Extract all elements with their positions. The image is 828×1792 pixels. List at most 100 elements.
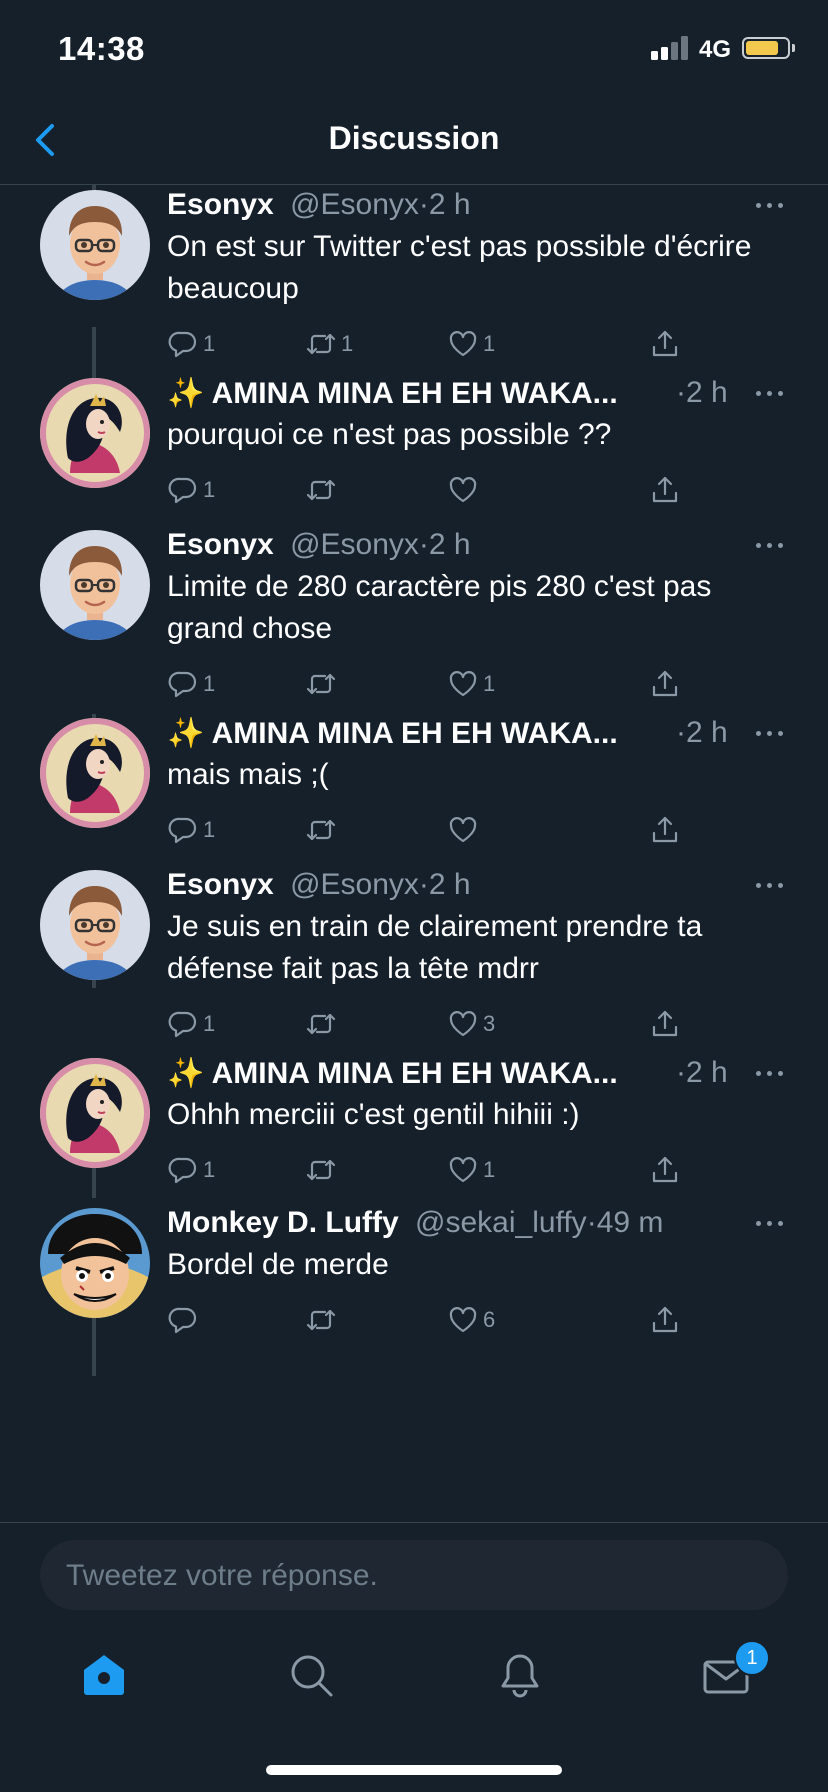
retweet-button[interactable] [305,812,341,848]
search-icon[interactable] [286,1650,338,1702]
share-icon [652,1010,678,1037]
reply-button[interactable]: 1 [167,1006,215,1042]
more-options-icon[interactable] [756,1218,786,1228]
like-button[interactable]: 1 [447,326,495,362]
like-count: 1 [483,331,496,356]
like-count: 3 [483,1011,496,1036]
time-separator: · [418,188,429,221]
share-icon [652,330,678,357]
retweet-button[interactable] [305,472,341,508]
reply-button[interactable]: 1 [167,1152,215,1188]
more-options-icon[interactable] [756,388,786,398]
reply-button[interactable]: 1 [167,666,215,702]
share-button[interactable] [649,812,681,848]
more-options-icon[interactable] [756,728,786,738]
retweet-button[interactable] [305,1152,341,1188]
share-icon [652,1156,678,1183]
retweet-button[interactable] [305,1302,341,1338]
more-options-icon[interactable] [756,540,786,550]
share-icon [652,1306,678,1333]
avatar-memoji-boy[interactable] [40,530,150,640]
like-button[interactable]: 1 [447,1152,495,1188]
tweet-header: Esonyx @Esonyx·2 h [167,868,471,902]
reply-count: 1 [203,477,216,502]
share-button[interactable] [649,1302,681,1338]
reply-button[interactable] [167,1302,203,1338]
share-button[interactable] [649,472,681,508]
like-button[interactable]: 1 [447,666,495,702]
more-options-icon[interactable] [756,1068,786,1078]
tweet-time: 2 h [428,868,471,901]
reply-icon [168,1011,197,1038]
status-bar: 14:38 4G [0,0,828,96]
tweet-time: 2 h [428,528,471,561]
heart-icon [449,1157,477,1183]
avatar-memoji-boy[interactable] [40,190,150,300]
heart-icon [449,817,477,843]
share-button[interactable] [649,1152,681,1188]
avatar-anime-pirate[interactable] [40,1208,150,1318]
tweet-actions: 1 1 [167,1152,787,1188]
like-button[interactable]: 6 [447,1302,495,1338]
display-name[interactable]: ✨ AMINA MINA EH EH WAKA... [167,377,618,410]
reply-count: 1 [203,1011,216,1036]
reply-icon [168,1307,197,1334]
reply-button[interactable]: 1 [167,812,215,848]
compose-divider [0,1522,828,1523]
retweet-button[interactable]: 1 [305,326,353,362]
like-count: 1 [483,671,496,696]
status-time: 14:38 [58,30,145,67]
retweet-button[interactable] [305,1006,341,1042]
tweet-actions: 6 [167,1302,787,1338]
reply-count: 1 [203,1157,216,1182]
nav-header: Discussion [0,96,828,185]
messages-badge: 1 [734,1640,770,1676]
like-button[interactable] [447,472,483,508]
display-name[interactable]: Esonyx [167,528,274,561]
share-button[interactable] [649,326,681,362]
user-handle: @Esonyx [290,188,419,221]
bell-icon[interactable] [494,1650,546,1702]
tweet-header: ✨ AMINA MINA EH EH WAKA... [167,1056,618,1091]
display-name[interactable]: Esonyx [167,188,274,221]
reply-icon [168,477,197,504]
tweet-time: 49 m [596,1206,664,1239]
home-icon[interactable] [78,1650,130,1702]
retweet-button[interactable] [305,666,341,702]
like-button[interactable] [447,812,483,848]
reply-input[interactable] [64,1540,768,1612]
reply-icon [168,1157,197,1184]
reply-button[interactable]: 1 [167,326,215,362]
display-name[interactable]: Monkey D. Luffy [167,1206,399,1239]
display-name[interactable]: ✨ AMINA MINA EH EH WAKA... [167,717,618,750]
tweet-text: mais mais ;( [167,758,329,791]
tweet-actions: 1 [167,812,787,848]
more-options-icon[interactable] [756,200,786,210]
share-button[interactable] [649,1006,681,1042]
retweet-icon [306,1159,336,1181]
tweet-text: Limite de 280 caractère pis 280 c'est pa… [167,570,712,645]
tweet-header: Esonyx @Esonyx·2 h [167,188,471,222]
retweet-icon [306,1309,336,1331]
signal-icon [651,36,691,60]
heart-icon [449,331,477,357]
display-name[interactable]: Esonyx [167,868,274,901]
tweet-text: Je suis en train de clairement prendre t… [167,910,703,985]
more-options-icon[interactable] [756,880,786,890]
display-name[interactable]: ✨ AMINA MINA EH EH WAKA... [167,1057,618,1090]
retweet-icon [306,673,336,695]
avatar-princess[interactable] [40,1058,150,1168]
reply-icon [168,817,197,844]
heart-icon [449,477,477,503]
retweet-icon [306,333,336,355]
reply-composer[interactable] [40,1540,788,1612]
retweet-icon [306,479,336,501]
avatar-memoji-boy[interactable] [40,870,150,980]
avatar-princess[interactable] [40,378,150,488]
user-handle: @Esonyx [290,868,419,901]
like-button[interactable]: 3 [447,1006,495,1042]
share-button[interactable] [649,666,681,702]
tweet-time-right: ·2 h [676,716,728,750]
avatar-princess[interactable] [40,718,150,828]
reply-button[interactable]: 1 [167,472,215,508]
